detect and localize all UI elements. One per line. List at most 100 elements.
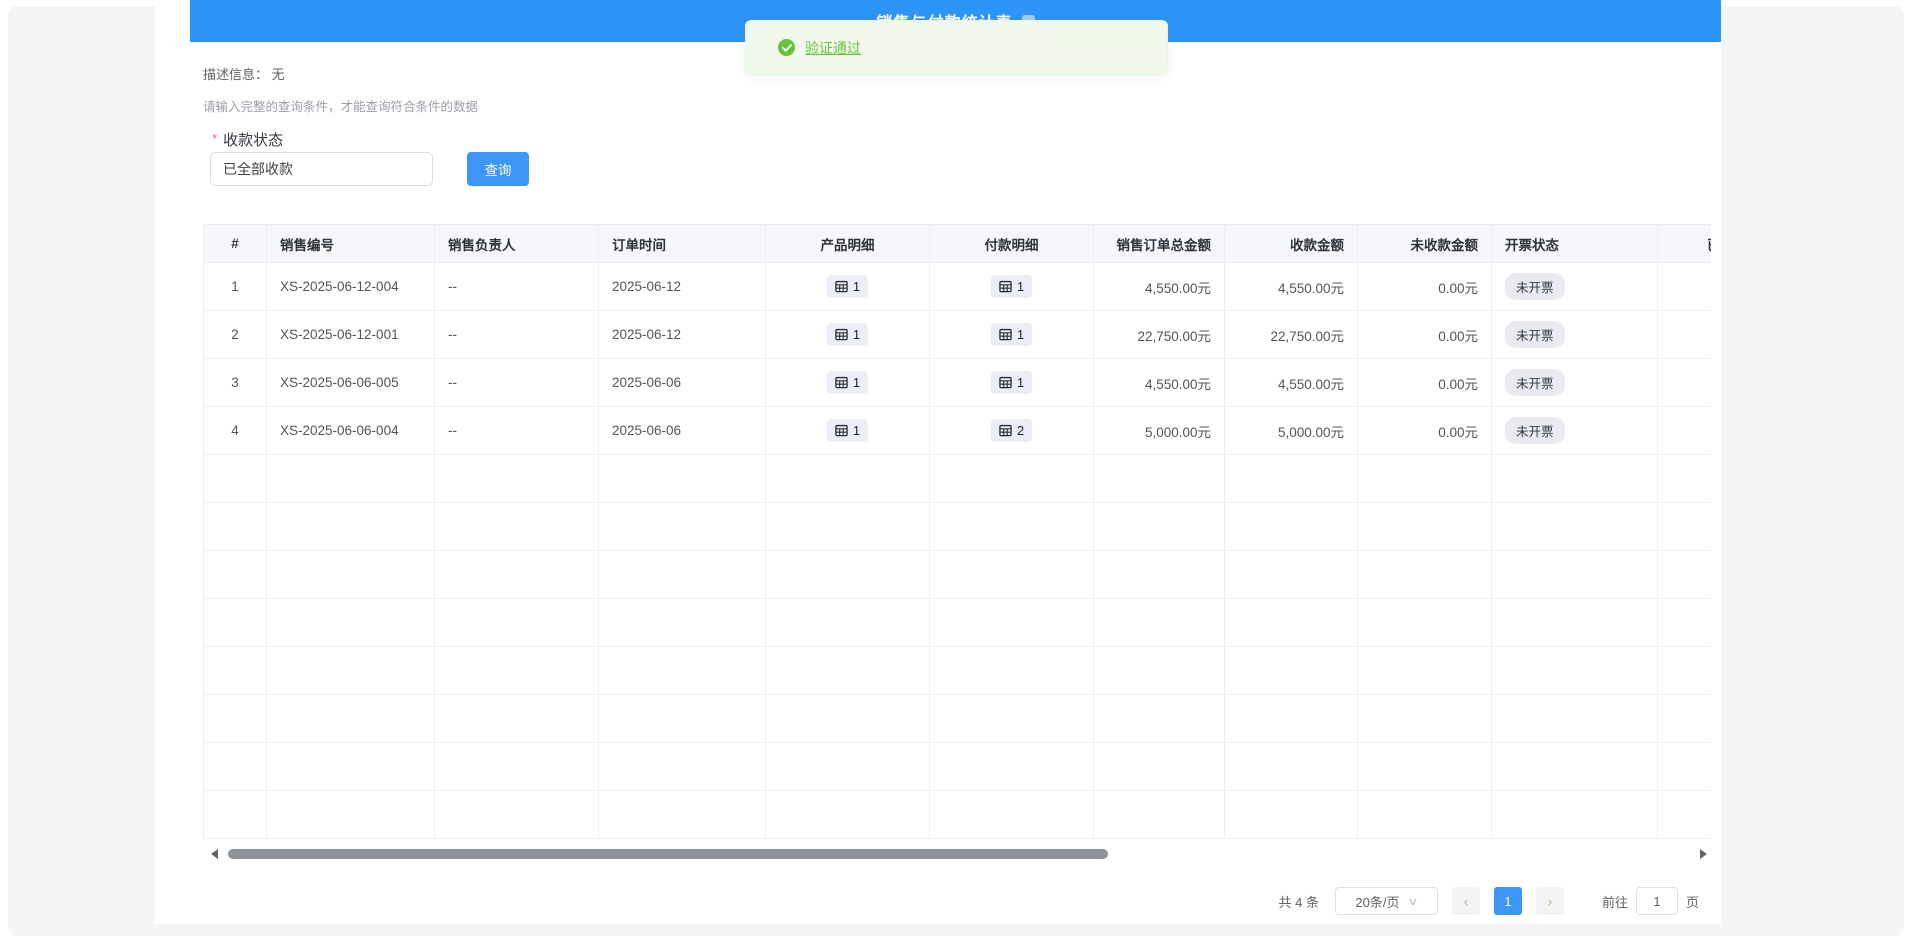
table-cell: 0.00元 — [1358, 311, 1492, 359]
scroll-right-arrow-icon[interactable] — [1700, 849, 1707, 859]
table-cell — [1094, 455, 1225, 503]
table-cell — [1094, 791, 1225, 839]
table-cell — [1658, 743, 1711, 791]
table-cell: 1 — [930, 311, 1094, 359]
table-cell — [1658, 695, 1711, 743]
table-cell — [1225, 743, 1358, 791]
table-cell — [267, 599, 435, 647]
table-cell — [1658, 263, 1711, 311]
table-cell: 未开票 — [1492, 311, 1658, 359]
table-cell: 5,000.00元 — [1225, 407, 1358, 455]
product-detail-chip[interactable]: 1 — [827, 275, 868, 298]
table-cell — [930, 647, 1094, 695]
table-cell: 4,550.00元 — [1225, 359, 1358, 407]
product-detail-chip[interactable]: 1 — [827, 419, 868, 442]
table-cell: 0.00元 — [1358, 359, 1492, 407]
receipt-status-input[interactable] — [210, 152, 433, 186]
scrollbar-thumb[interactable] — [228, 849, 1108, 859]
empty-table-row — [204, 791, 1711, 839]
table-grid-icon — [835, 376, 848, 389]
table-cell — [766, 791, 930, 839]
table-cell — [1492, 791, 1658, 839]
payment-detail-chip[interactable]: 1 — [991, 323, 1032, 346]
table-cell — [766, 599, 930, 647]
column-header: # — [204, 225, 267, 263]
table-cell — [766, 503, 930, 551]
prev-page-button[interactable]: ‹ — [1452, 887, 1480, 915]
table-cell — [1492, 743, 1658, 791]
table-header-row: #销售编号销售负责人订单时间产品明细付款明细销售订单总金额收款金额未收款金额开票… — [204, 225, 1711, 263]
empty-table-row — [204, 743, 1711, 791]
payment-detail-chip[interactable]: 1 — [991, 371, 1032, 394]
scroll-left-arrow-icon[interactable] — [211, 849, 218, 859]
success-check-icon — [778, 39, 795, 56]
table-cell — [930, 455, 1094, 503]
table-row[interactable]: 3XS-2025-06-06-005--2025-06-06114,550.00… — [204, 359, 1711, 407]
table-cell — [1358, 695, 1492, 743]
description-label: 描述信息： — [203, 67, 268, 82]
goto-page: 前往 页 — [1602, 887, 1699, 915]
table-cell — [1492, 551, 1658, 599]
column-header: 付款明细 — [930, 225, 1094, 263]
table-cell: 4,550.00元 — [1094, 263, 1225, 311]
table-cell — [267, 551, 435, 599]
table-row[interactable]: 2XS-2025-06-12-001--2025-06-121122,750.0… — [204, 311, 1711, 359]
product-detail-chip[interactable]: 1 — [827, 371, 868, 394]
table-cell — [1658, 455, 1711, 503]
table-cell — [1658, 791, 1711, 839]
product-detail-chip[interactable]: 1 — [827, 323, 868, 346]
table-grid-icon — [835, 328, 848, 341]
query-button[interactable]: 查询 — [467, 152, 529, 186]
table-cell — [1094, 599, 1225, 647]
empty-table-row — [204, 647, 1711, 695]
table-cell: 1 — [766, 311, 930, 359]
current-page-button[interactable]: 1 — [1494, 887, 1522, 915]
table-cell — [766, 695, 930, 743]
table-cell — [204, 695, 267, 743]
column-header: 销售编号 — [267, 225, 435, 263]
goto-page-input[interactable] — [1636, 887, 1678, 915]
table-cell — [599, 791, 766, 839]
table-cell — [766, 647, 930, 695]
table-cell — [930, 551, 1094, 599]
table-cell — [930, 791, 1094, 839]
table-cell — [1094, 551, 1225, 599]
table-cell — [204, 791, 267, 839]
table-cell — [599, 455, 766, 503]
table-cell — [766, 455, 930, 503]
table-cell — [1094, 503, 1225, 551]
table-cell: -- — [435, 359, 599, 407]
table-cell: 3 — [204, 359, 267, 407]
content-panel: 销售与付款统计表 描述信息： 无 请输入完整的查询条件，才能查询符合条件的数据 … — [155, 0, 1721, 924]
invoice-status-badge: 未开票 — [1505, 369, 1565, 396]
table-cell — [1358, 455, 1492, 503]
table-cell — [930, 599, 1094, 647]
required-asterisk: * — [212, 131, 217, 146]
empty-table-row — [204, 455, 1711, 503]
table-cell — [1094, 647, 1225, 695]
table-row[interactable]: 4XS-2025-06-06-004--2025-06-06125,000.00… — [204, 407, 1711, 455]
page-size-select[interactable]: 20条/页 ∨ — [1335, 887, 1438, 915]
table-cell — [435, 647, 599, 695]
table-cell: -- — [435, 263, 599, 311]
payment-detail-chip[interactable]: 2 — [991, 419, 1032, 442]
column-header: 收款金额 — [1225, 225, 1358, 263]
table-cell — [1658, 647, 1711, 695]
payment-detail-chip[interactable]: 1 — [991, 275, 1032, 298]
invoice-status-badge: 未开票 — [1505, 321, 1565, 348]
table-cell — [1225, 695, 1358, 743]
table-cell — [1492, 647, 1658, 695]
table-cell: XS-2025-06-12-001 — [267, 311, 435, 359]
table-cell — [1225, 455, 1358, 503]
table-row[interactable]: 1XS-2025-06-12-004--2025-06-12114,550.00… — [204, 263, 1711, 311]
table-cell — [435, 599, 599, 647]
table-cell — [1658, 599, 1711, 647]
table-cell: 22,750.00元 — [1225, 311, 1358, 359]
next-page-button[interactable]: › — [1536, 887, 1564, 915]
table-cell — [204, 647, 267, 695]
query-hint: 请输入完整的查询条件，才能查询符合条件的数据 — [203, 96, 478, 115]
table-cell — [1658, 407, 1711, 455]
table-grid-icon — [999, 280, 1012, 293]
table-cell — [1358, 791, 1492, 839]
table-cell — [267, 695, 435, 743]
